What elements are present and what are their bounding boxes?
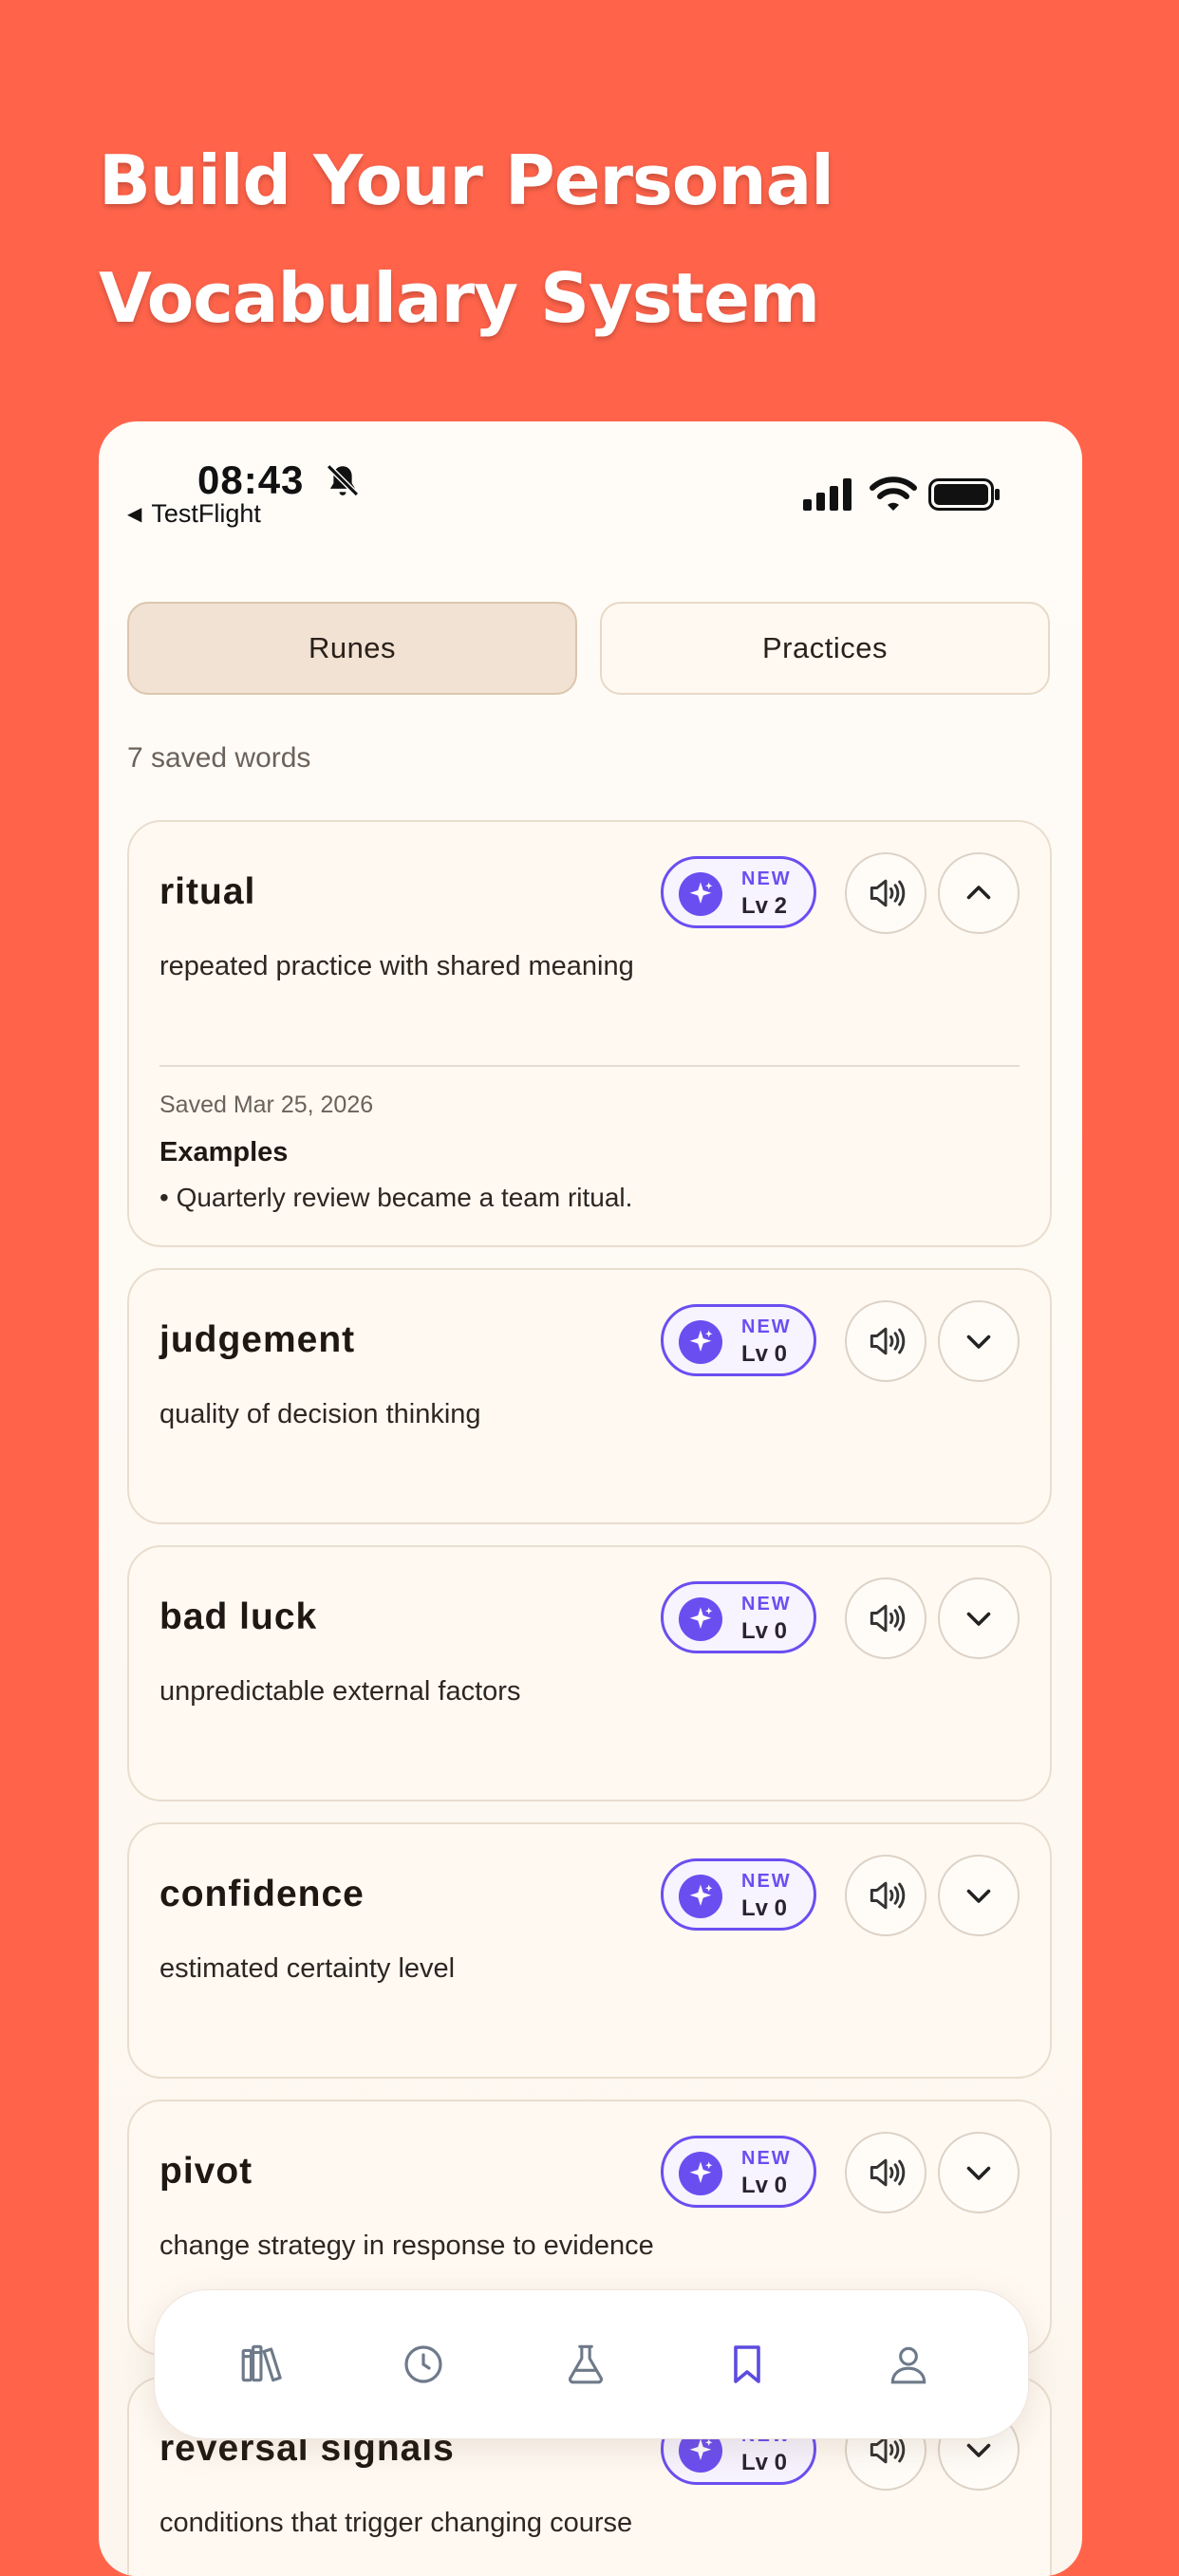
status-label: NEW [741, 868, 792, 889]
expand-button[interactable] [938, 2132, 1020, 2213]
speaker-icon [870, 1327, 906, 1355]
bottom-nav [154, 2289, 1029, 2439]
status-time: 08:43 [197, 457, 305, 502]
speaker-icon [870, 1881, 906, 1910]
pronounce-button[interactable] [845, 2132, 926, 2213]
word-definition: change strategy in response to evidence [159, 2231, 654, 2261]
word-card-ritual[interactable]: ritual NEW Lv 2 repeated practice with s… [127, 820, 1052, 1247]
back-to-app[interactable]: ◀ TestFlight [127, 499, 261, 529]
tab-practices[interactable]: Practices [600, 602, 1050, 695]
speaker-icon [870, 879, 906, 907]
pronounce-button[interactable] [845, 1855, 926, 1936]
examples-heading: Examples [159, 1137, 289, 1167]
nav-item-profile[interactable] [880, 2336, 937, 2393]
pronounce-button[interactable] [845, 1300, 926, 1382]
sparkle-icon [679, 1875, 722, 1918]
chevron-down-icon [966, 1335, 991, 1349]
word-card-judgement[interactable]: judgement NEW Lv 0 quality of decision t… [127, 1268, 1052, 1524]
word-title: bad luck [159, 1596, 318, 1637]
level-label: Lv 0 [741, 2450, 788, 2475]
level-badge: NEW Lv 0 [661, 1858, 816, 1931]
bookmark-icon [734, 2345, 760, 2383]
status-label: NEW [741, 1594, 792, 1615]
speaker-icon [870, 2158, 906, 2187]
level-label: Lv 2 [741, 893, 788, 919]
sparkle-icon [679, 2152, 722, 2195]
collapse-button[interactable] [938, 852, 1020, 934]
example-item: • Quarterly review became a team ritual. [159, 1183, 633, 1212]
nav-item-library[interactable] [234, 2336, 290, 2393]
wifi-icon [870, 476, 917, 511]
word-title: confidence [159, 1874, 365, 1914]
chevron-up-icon [966, 886, 991, 900]
card-divider [159, 1065, 1020, 1067]
level-badge: NEW Lv 0 [661, 2136, 816, 2208]
word-definition: conditions that trigger changing course [159, 2508, 633, 2538]
chevron-down-icon [966, 1889, 991, 1903]
back-arrow-icon: ◀ [127, 504, 142, 525]
level-label: Lv 0 [741, 1895, 788, 1921]
promo-headline: Build Your Personal Vocabulary System [99, 121, 1086, 357]
chevron-down-icon [966, 1612, 991, 1626]
phone-screen: 08:43 ◀ TestFlight Runes Practices 7 save… [99, 421, 1082, 2576]
library-icon [241, 2344, 282, 2382]
word-card-bad-luck[interactable]: bad luck NEW Lv 0 unpredictable external… [127, 1545, 1052, 1801]
nav-item-history[interactable] [395, 2336, 452, 2393]
pronounce-button[interactable] [845, 852, 926, 934]
sparkle-icon [679, 1597, 722, 1641]
level-badge: NEW Lv 0 [661, 1304, 816, 1376]
expand-button[interactable] [938, 1577, 1020, 1659]
word-card-confidence[interactable]: confidence NEW Lv 0 estimated certainty … [127, 1822, 1052, 2079]
bell-muted-icon [327, 464, 359, 497]
sparkle-icon [679, 1320, 722, 1364]
profile-icon [890, 2346, 926, 2384]
word-definition: estimated certainty level [159, 1953, 456, 1984]
word-definition: repeated practice with shared meaning [159, 951, 634, 981]
saved-date: Saved Mar 25, 2026 [159, 1092, 374, 1118]
expand-button[interactable] [938, 1855, 1020, 1936]
level-label: Lv 0 [741, 2173, 788, 2198]
status-label: NEW [741, 2148, 792, 2169]
level-badge: NEW Lv 2 [661, 856, 816, 928]
flask-icon [569, 2344, 603, 2384]
chevron-down-icon [966, 2166, 991, 2180]
tab-runes-label: Runes [308, 631, 397, 664]
tab-practices-label: Practices [762, 631, 888, 664]
status-label: NEW [741, 1316, 792, 1337]
back-app-label: TestFlight [151, 499, 261, 528]
level-label: Lv 0 [741, 1618, 788, 1644]
word-definition: quality of decision thinking [159, 1399, 481, 1429]
sparkle-icon [679, 872, 722, 916]
cellular-signal-icon [803, 478, 852, 511]
speaker-icon [870, 1604, 906, 1633]
pronounce-button[interactable] [845, 1577, 926, 1659]
word-title: ritual [159, 871, 256, 912]
word-definition: unpredictable external factors [159, 1676, 521, 1707]
expand-button[interactable] [938, 1300, 1020, 1382]
history-clock-icon [404, 2345, 442, 2383]
status-label: NEW [741, 1871, 792, 1892]
saved-words-count: 7 saved words [127, 742, 311, 774]
word-title: judgement [159, 1319, 356, 1360]
level-badge: NEW Lv 0 [661, 1581, 816, 1653]
headline-line-2: Vocabulary System [99, 258, 820, 338]
tab-runes[interactable]: Runes [127, 602, 577, 695]
headline-line-1: Build Your Personal [99, 140, 834, 220]
nav-item-lab[interactable] [557, 2336, 614, 2393]
word-title: pivot [159, 2151, 253, 2192]
level-label: Lv 0 [741, 1341, 788, 1367]
battery-icon [928, 478, 1000, 511]
nav-item-saved[interactable] [719, 2336, 776, 2393]
